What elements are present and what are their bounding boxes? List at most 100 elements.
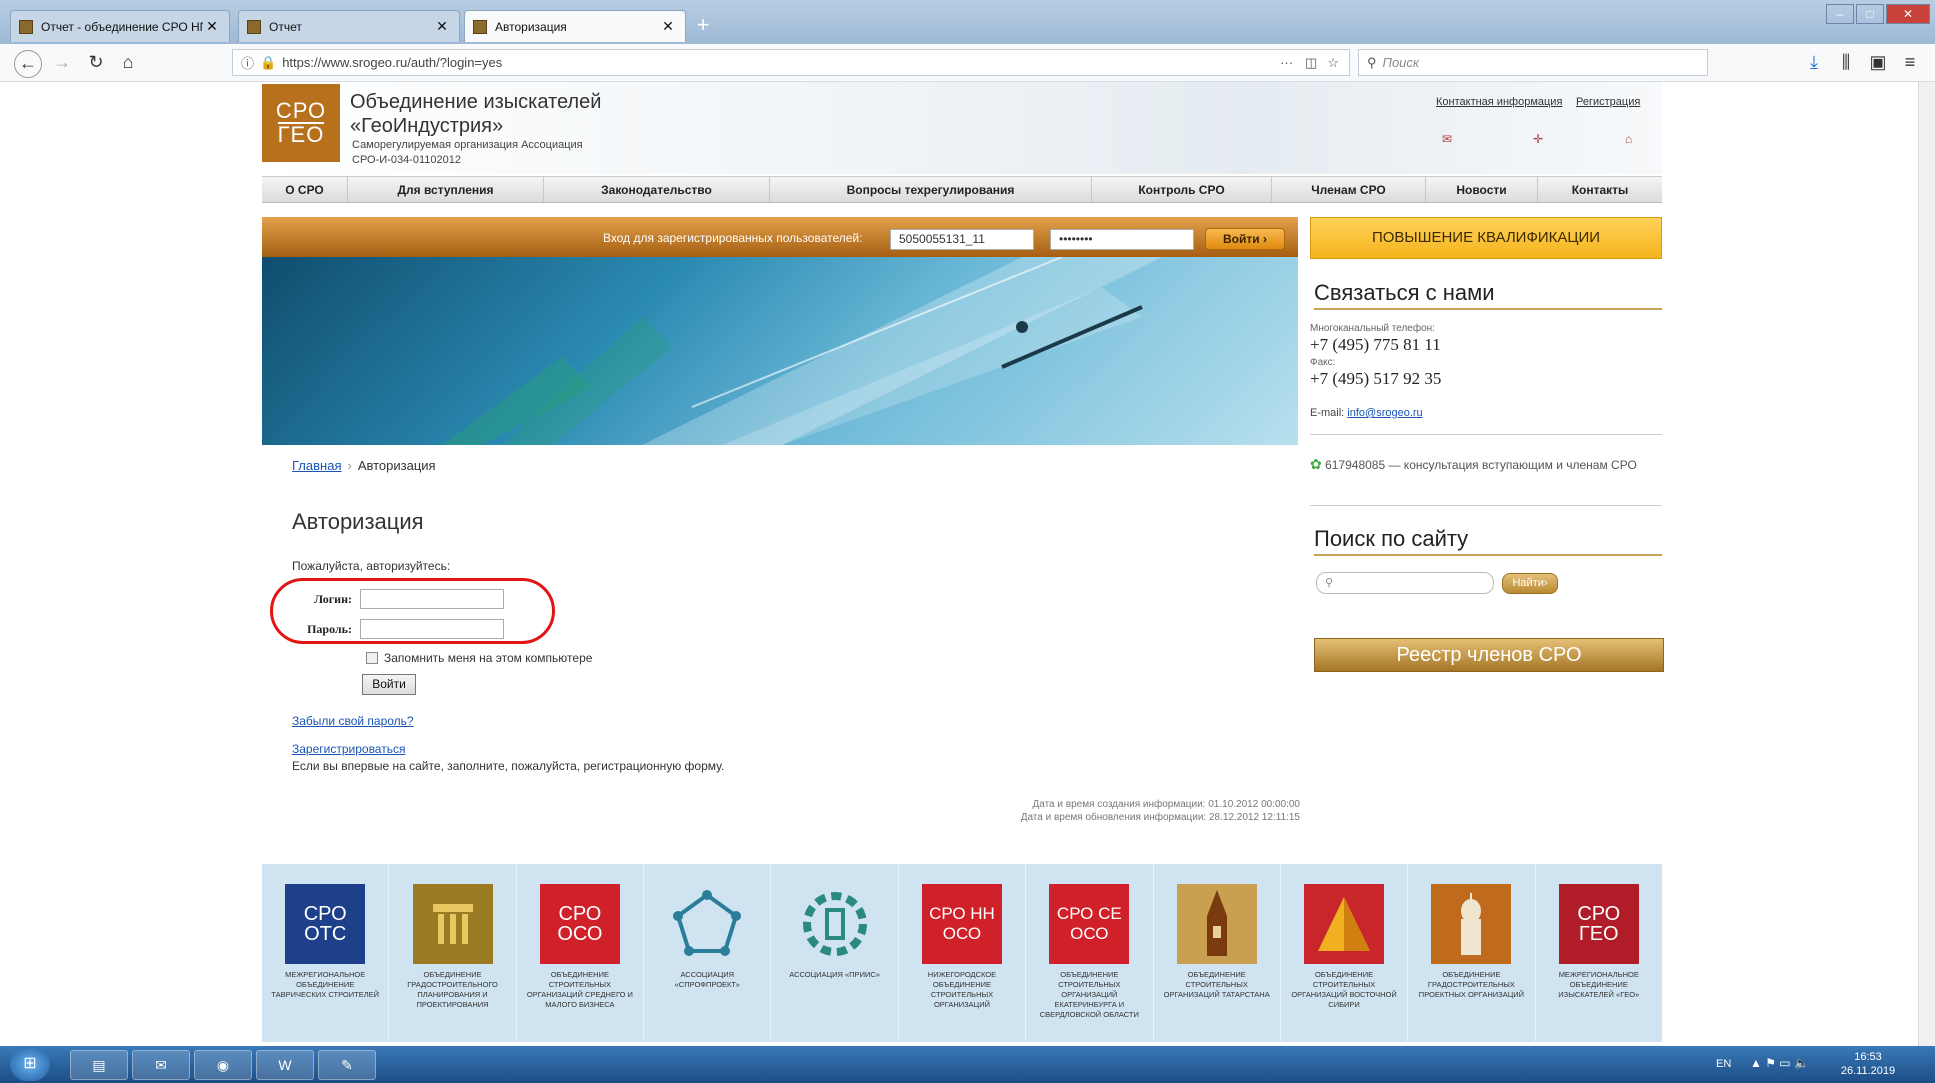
star-icon[interactable]: ☆	[1327, 55, 1339, 71]
close-icon[interactable]: ✕	[203, 18, 221, 35]
keyboard-language[interactable]: EN	[1716, 1058, 1731, 1070]
close-icon[interactable]: ✕	[433, 18, 451, 35]
home-icon[interactable]: ⌂	[1625, 132, 1632, 146]
windows-start-icon[interactable]: ⊞	[10, 1047, 50, 1081]
file-explorer-icon[interactable]: ▤	[70, 1050, 128, 1080]
page-scrollbar[interactable]	[1918, 82, 1935, 1046]
browser-tab-auth[interactable]: Авторизация ✕	[464, 10, 686, 42]
remember-me-label[interactable]: Запомнить меня на этом компьютере	[384, 651, 592, 665]
partner-item[interactable]: СРО ОСО Объединение строительных организ…	[517, 864, 645, 1042]
firefox-icon[interactable]: ◉	[194, 1050, 252, 1080]
maximize-window-button[interactable]: □	[1856, 4, 1884, 24]
page-actions-icon[interactable]: ···	[1280, 55, 1293, 70]
partner-logo[interactable]	[1176, 884, 1257, 964]
header-login-input[interactable]: 5050055131_11	[890, 229, 1034, 250]
pocket-icon[interactable]: ◫	[1305, 55, 1317, 71]
system-clock[interactable]: 16:53 26.11.2019	[1838, 1050, 1898, 1078]
menu-icon[interactable]: ≡	[1898, 52, 1922, 72]
paint-icon[interactable]: ✎	[318, 1050, 376, 1080]
back-arrow-icon[interactable]: ←	[14, 50, 42, 78]
site-search-button-label: Найти	[1512, 577, 1544, 589]
reload-icon[interactable]: ↻	[84, 52, 108, 72]
partner-logo[interactable]: СРО СЕ ОСО	[1049, 884, 1130, 964]
fax-label: Факс:	[1310, 357, 1336, 368]
forward-arrow-icon[interactable]: →	[50, 52, 74, 72]
partner-logo[interactable]	[795, 884, 875, 964]
partner-item[interactable]: Ассоциация «Приис»	[771, 864, 899, 1042]
remember-me-checkbox[interactable]	[366, 652, 378, 664]
header-login-button[interactable]: Войти ›	[1205, 228, 1285, 250]
menu-item-members[interactable]: Членам СРО	[1272, 177, 1426, 202]
partner-item[interactable]: СРО СЕ ОСО Объединение строительных орга…	[1026, 864, 1154, 1042]
close-icon[interactable]: ✕	[659, 18, 677, 35]
word-icon[interactable]: W	[256, 1050, 314, 1080]
icq-flower-icon: ✿	[1310, 456, 1322, 472]
home-icon[interactable]: ⌂	[116, 52, 140, 72]
partner-caption: Объединение градостроительного планирова…	[407, 970, 498, 1009]
browser-tab-report-sro[interactable]: Отчет - объединение СРО НП ✕	[10, 10, 230, 42]
outlook-icon[interactable]: ✉	[132, 1050, 190, 1080]
minimize-window-button[interactable]: –	[1826, 4, 1854, 24]
mail-icon[interactable]: ✉	[1442, 132, 1452, 146]
partner-item[interactable]: Объединение строительных организаций Вос…	[1281, 864, 1409, 1042]
qualification-button[interactable]: ПОВЫШЕНИЕ КВАЛИФИКАЦИИ	[1310, 217, 1662, 259]
info-icon[interactable]: ⓘ	[241, 53, 254, 72]
pyramid-emblem-icon	[1318, 897, 1371, 951]
partner-logo[interactable]	[667, 884, 747, 964]
menu-item-control[interactable]: Контроль СРО	[1092, 177, 1272, 202]
browser-search-input[interactable]: ⚲ Поиск	[1358, 49, 1708, 76]
site-logo[interactable]: СРО ГЕО	[262, 84, 340, 162]
breadcrumb-home-link[interactable]: Главная	[292, 458, 341, 473]
divider	[1310, 505, 1662, 506]
header-password-input[interactable]: ••••••••	[1050, 229, 1194, 250]
breadcrumb-current: Авторизация	[357, 458, 436, 473]
sidebar-icon[interactable]: ▣	[1866, 52, 1890, 72]
menu-item-join[interactable]: Для вступления	[348, 177, 544, 202]
partner-logo[interactable]	[412, 884, 493, 964]
registry-button[interactable]: Реестр членов СРО	[1314, 638, 1664, 672]
url-bar[interactable]: ⓘ 🔒 https://www.srogeo.ru/auth/?login=ye…	[232, 49, 1350, 76]
org-title-line1: Объединение изыскателей	[350, 91, 602, 113]
partner-item[interactable]: СРО НН ОСО Нижегородское объединение стр…	[899, 864, 1027, 1042]
partner-logo[interactable]	[1431, 884, 1512, 964]
partner-item[interactable]: Объединение градостроительных проектных …	[1408, 864, 1536, 1042]
browser-tab-report[interactable]: Отчет ✕	[238, 10, 460, 42]
contact-info-link[interactable]: Контактная информация	[1436, 96, 1562, 108]
email-link[interactable]: info@srogeo.ru	[1347, 407, 1422, 419]
sitemap-icon[interactable]: ✛	[1533, 132, 1543, 146]
new-tab-plus-icon[interactable]: +	[690, 12, 716, 40]
partner-item[interactable]: СРО ГЕО Межрегиональное объединение изыс…	[1536, 864, 1662, 1042]
org-registration-number: СРО-И-034-01102012	[352, 154, 461, 166]
partner-logo[interactable]: СРО НН ОСО	[921, 884, 1002, 964]
forgot-password-link[interactable]: Забыли свой пароль?	[292, 714, 414, 728]
menu-item-legislation[interactable]: Законодательство	[544, 177, 770, 202]
partner-item[interactable]: Объединение градостроительного планирова…	[389, 864, 517, 1042]
register-link[interactable]: Зарегистрироваться	[292, 742, 405, 756]
partner-item[interactable]: Ассоциация «СПРОФПРОЕКТ»	[644, 864, 772, 1042]
site-search-input[interactable]: ⚲	[1316, 572, 1494, 594]
partner-logo[interactable]: СРО ОСО	[539, 884, 620, 964]
search-placeholder: Поиск	[1382, 55, 1420, 70]
menu-item-contacts[interactable]: Контакты	[1538, 177, 1662, 202]
partner-item[interactable]: Объединение строительных организаций Тат…	[1154, 864, 1281, 1042]
main-menu: О СРО Для вступления Законодательство Во…	[262, 176, 1662, 203]
partner-logo[interactable]: СРО ГЕО	[1558, 884, 1639, 964]
partner-logo[interactable]	[1304, 884, 1385, 964]
breadcrumb-separator-icon: ›	[347, 458, 352, 473]
close-window-button[interactable]: ✕	[1886, 4, 1930, 24]
auth-prompt: Пожалуйста, авторизуйтесь:	[292, 559, 451, 573]
menu-item-tech-regulation[interactable]: Вопросы техрегулирования	[770, 177, 1092, 202]
url-text[interactable]: https://www.srogeo.ru/auth/?login=yes	[282, 55, 502, 70]
logo-text-bottom: ГЕО	[277, 122, 325, 147]
library-icon[interactable]: ⫼	[1834, 52, 1858, 72]
site-search-button[interactable]: Найти›	[1502, 573, 1558, 594]
menu-item-about[interactable]: О СРО	[262, 177, 348, 202]
partner-item[interactable]: СРО ОТС Межрегиональное объединение тавр…	[262, 864, 390, 1042]
partner-caption: Межрегиональное объединение таврических …	[271, 970, 380, 999]
tray-icons[interactable]: ▲ ⚑ ▭ 🔈	[1750, 1056, 1809, 1070]
login-submit-button[interactable]: Войти	[362, 674, 416, 695]
download-icon[interactable]: ⤓	[1802, 52, 1826, 72]
menu-item-news[interactable]: Новости	[1426, 177, 1538, 202]
registration-link[interactable]: Регистрация	[1576, 96, 1640, 108]
partner-logo[interactable]: СРО ОТС	[285, 884, 366, 964]
